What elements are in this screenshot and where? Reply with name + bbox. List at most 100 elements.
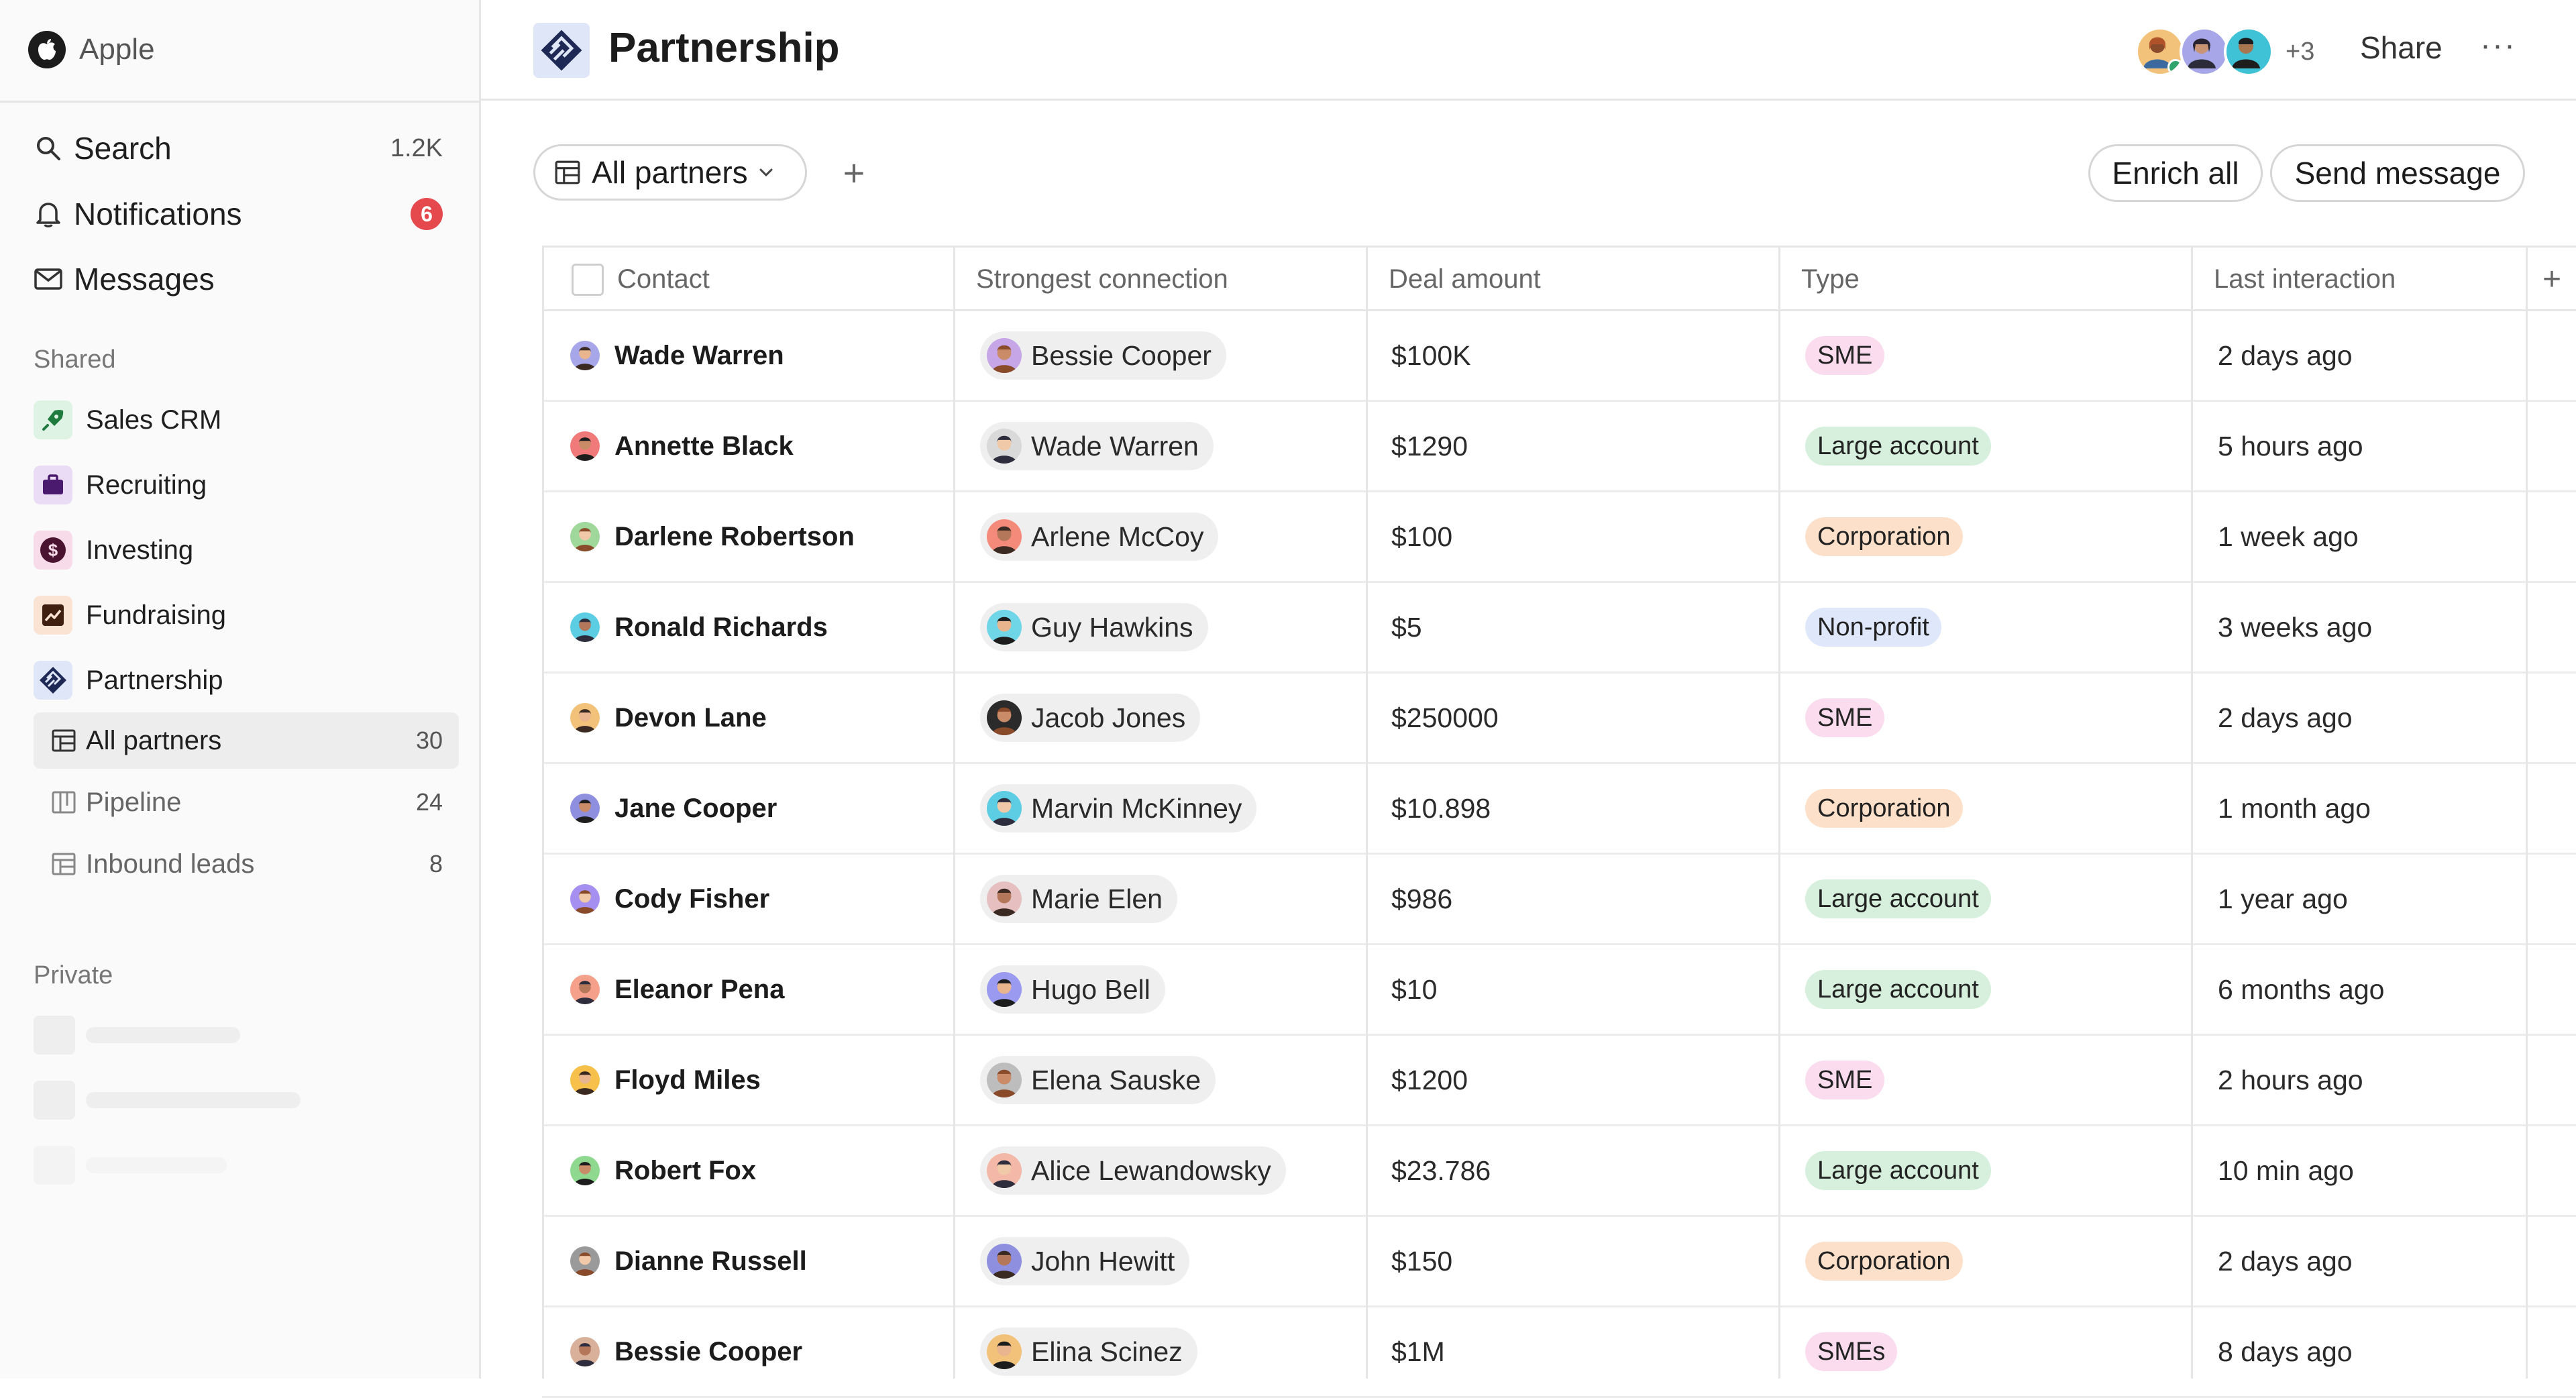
type-cell[interactable]: Corporation <box>1780 1217 2192 1305</box>
workspace-switcher[interactable]: Apple <box>28 30 155 70</box>
table-row[interactable]: Dianne Russell John Hewitt $150 Corporation… <box>542 1217 2576 1307</box>
avatar[interactable] <box>2224 27 2273 76</box>
deal-amount-cell[interactable]: $5 <box>1367 583 1780 671</box>
view-all-partners[interactable]: All partners 30 <box>34 712 459 769</box>
connection-chip[interactable]: Wade Warren <box>980 422 1214 470</box>
nav-search[interactable]: Search 1.2K <box>34 125 443 172</box>
add-view-button[interactable]: + <box>830 149 877 196</box>
select-all-checkbox[interactable] <box>572 263 604 296</box>
type-cell[interactable]: SME <box>1780 1036 2192 1124</box>
connection-cell[interactable]: Elena Sauske <box>955 1036 1367 1124</box>
contact-cell[interactable]: Robert Fox <box>542 1126 955 1215</box>
enrich-all-button[interactable]: Enrich all <box>2088 144 2263 202</box>
last-interaction-cell[interactable]: 2 hours ago <box>2192 1036 2528 1124</box>
type-cell[interactable]: SMEs <box>1780 1307 2192 1396</box>
type-cell[interactable]: Corporation <box>1780 492 2192 581</box>
last-interaction-cell[interactable]: 2 days ago <box>2192 1217 2528 1305</box>
connection-cell[interactable]: Marvin McKinney <box>955 764 1367 853</box>
last-interaction-cell[interactable]: 1 year ago <box>2192 855 2528 943</box>
deal-amount-cell[interactable]: $100K <box>1367 311 1780 400</box>
type-cell[interactable]: Large account <box>1780 855 2192 943</box>
connection-cell[interactable]: John Hewitt <box>955 1217 1367 1305</box>
view-inbound-leads[interactable]: Inbound leads 8 <box>34 836 459 892</box>
connection-chip[interactable]: John Hewitt <box>980 1237 1190 1285</box>
last-interaction-cell[interactable]: 2 days ago <box>2192 674 2528 762</box>
contact-cell[interactable]: Darlene Robertson <box>542 492 955 581</box>
deal-amount-cell[interactable]: $1290 <box>1367 402 1780 490</box>
last-interaction-cell[interactable]: 2 days ago <box>2192 311 2528 400</box>
table-row[interactable]: Annette Black Wade Warren $1290 Large accou… <box>542 402 2576 492</box>
deal-amount-cell[interactable]: $150 <box>1367 1217 1780 1305</box>
type-cell[interactable]: Non-profit <box>1780 583 2192 671</box>
deal-amount-cell[interactable]: $250000 <box>1367 674 1780 762</box>
table-row[interactable]: Cody Fisher Marie Elen $986 Large account 1 … <box>542 855 2576 945</box>
table-row[interactable]: Eleanor Pena Hugo Bell $10 Large account 6 m… <box>542 945 2576 1036</box>
connection-cell[interactable]: Bessie Cooper <box>955 311 1367 400</box>
connection-cell[interactable]: Guy Hawkins <box>955 583 1367 671</box>
connection-cell[interactable]: Jacob Jones <box>955 674 1367 762</box>
type-cell[interactable]: Corporation <box>1780 764 2192 853</box>
table-row[interactable]: Jane Cooper Marvin McKinney $10.898 Corpora… <box>542 764 2576 855</box>
last-interaction-cell[interactable]: 5 hours ago <box>2192 402 2528 490</box>
column-connection[interactable]: Strongest connection <box>955 248 1367 311</box>
deal-amount-cell[interactable]: $10 <box>1367 945 1780 1034</box>
table-row[interactable]: Darlene Robertson Arlene McCoy $100 Corpora… <box>542 492 2576 583</box>
send-message-button[interactable]: Send message <box>2270 144 2525 202</box>
contact-cell[interactable]: Bessie Cooper <box>542 1307 955 1396</box>
connection-chip[interactable]: Alice Lewandowsky <box>980 1146 1286 1195</box>
deal-amount-cell[interactable]: $1M <box>1367 1307 1780 1396</box>
connection-chip[interactable]: Jacob Jones <box>980 694 1201 742</box>
connection-chip[interactable]: Elena Sauske <box>980 1056 1216 1104</box>
last-interaction-cell[interactable]: 3 weeks ago <box>2192 583 2528 671</box>
contact-cell[interactable]: Ronald Richards <box>542 583 955 671</box>
contact-cell[interactable]: Eleanor Pena <box>542 945 955 1034</box>
deal-amount-cell[interactable]: $23.786 <box>1367 1126 1780 1215</box>
connection-chip[interactable]: Guy Hawkins <box>980 603 1208 651</box>
connection-chip[interactable]: Arlene McCoy <box>980 513 1219 561</box>
column-type[interactable]: Type <box>1780 248 2192 311</box>
column-last-interaction[interactable]: Last interaction <box>2192 248 2528 311</box>
contact-cell[interactable]: Jane Cooper <box>542 764 955 853</box>
last-interaction-cell[interactable]: 8 days ago <box>2192 1307 2528 1396</box>
connection-cell[interactable]: Arlene McCoy <box>955 492 1367 581</box>
table-row[interactable]: Floyd Miles Elena Sauske $1200 SME 2 hours a… <box>542 1036 2576 1126</box>
extra-collaborators-count[interactable]: +3 <box>2286 38 2314 66</box>
add-column-button[interactable]: + <box>2528 248 2576 311</box>
avatar[interactable] <box>2135 27 2185 76</box>
avatar[interactable] <box>2180 27 2229 76</box>
space-partnership[interactable]: Partnership <box>34 657 449 704</box>
connection-cell[interactable]: Wade Warren <box>955 402 1367 490</box>
type-cell[interactable]: Large account <box>1780 945 2192 1034</box>
last-interaction-cell[interactable]: 10 min ago <box>2192 1126 2528 1215</box>
share-button[interactable]: Share <box>2360 30 2443 66</box>
more-options-icon[interactable]: ··· <box>2480 27 2516 64</box>
space-fundraising[interactable]: Fundraising <box>34 592 449 639</box>
connection-chip[interactable]: Bessie Cooper <box>980 331 1226 380</box>
deal-amount-cell[interactable]: $10.898 <box>1367 764 1780 853</box>
connection-cell[interactable]: Marie Elen <box>955 855 1367 943</box>
last-interaction-cell[interactable]: 6 months ago <box>2192 945 2528 1034</box>
last-interaction-cell[interactable]: 1 month ago <box>2192 764 2528 853</box>
column-contact[interactable]: Contact <box>542 248 955 311</box>
deal-amount-cell[interactable]: $1200 <box>1367 1036 1780 1124</box>
table-row[interactable]: Bessie Cooper Elina Scinez $1M SMEs 8 days a… <box>542 1307 2576 1398</box>
table-row[interactable]: Robert Fox Alice Lewandowsky $23.786 Large … <box>542 1126 2576 1217</box>
table-row[interactable]: Devon Lane Jacob Jones $250000 SME 2 days ag… <box>542 674 2576 764</box>
connection-chip[interactable]: Elina Scinez <box>980 1328 1197 1376</box>
contact-cell[interactable]: Cody Fisher <box>542 855 955 943</box>
type-cell[interactable]: SME <box>1780 674 2192 762</box>
connection-cell[interactable]: Alice Lewandowsky <box>955 1126 1367 1215</box>
contact-cell[interactable]: Floyd Miles <box>542 1036 955 1124</box>
column-amount[interactable]: Deal amount <box>1367 248 1780 311</box>
contact-cell[interactable]: Devon Lane <box>542 674 955 762</box>
contact-cell[interactable]: Dianne Russell <box>542 1217 955 1305</box>
type-cell[interactable]: SME <box>1780 311 2192 400</box>
table-row[interactable]: Ronald Richards Guy Hawkins $5 Non-profit 3 … <box>542 583 2576 674</box>
table-row[interactable]: Wade Warren Bessie Cooper $100K SME 2 days a… <box>542 311 2576 402</box>
connection-chip[interactable]: Marvin McKinney <box>980 784 1257 832</box>
deal-amount-cell[interactable]: $986 <box>1367 855 1780 943</box>
connection-chip[interactable]: Hugo Bell <box>980 965 1165 1014</box>
collaborator-avatars[interactable]: +3 <box>2135 27 2314 76</box>
contact-cell[interactable]: Wade Warren <box>542 311 955 400</box>
nav-messages[interactable]: Messages <box>34 256 443 303</box>
